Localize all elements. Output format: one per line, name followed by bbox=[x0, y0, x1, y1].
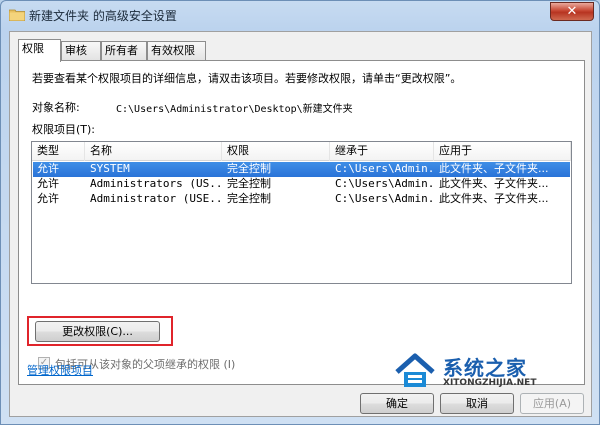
cell-type: 允许 bbox=[37, 192, 59, 205]
cell-permission: 完全控制 bbox=[227, 162, 271, 175]
watermark: 系统之家 XITONGZHIJIA.NET bbox=[393, 350, 553, 394]
table-row[interactable]: 允许 Administrators (US... 完全控制 C:\Users\A… bbox=[33, 177, 570, 192]
table-row[interactable]: 允许 Administrator (USE... 完全控制 C:\Users\A… bbox=[33, 192, 570, 207]
folder-icon bbox=[9, 9, 25, 21]
dialog-window: 新建文件夹 的高级安全设置 ✕ 权限 审核 所有者 有效权限 若要查看某个权限项… bbox=[0, 0, 600, 425]
cell-inherited-from: C:\Users\Admin... bbox=[335, 192, 435, 205]
permission-entries-list[interactable]: 类型 名称 权限 继承于 应用于 允许 SYSTEM 完全控制 C:\Users… bbox=[31, 141, 572, 284]
cancel-button[interactable]: 取消 bbox=[440, 393, 514, 414]
cell-inherited-from: C:\Users\Admin... bbox=[335, 162, 435, 175]
close-button[interactable]: ✕ bbox=[550, 2, 594, 21]
column-header-name[interactable]: 名称 bbox=[85, 142, 222, 161]
permission-entries-label: 权限项目(T): bbox=[32, 123, 96, 136]
cell-type: 允许 bbox=[37, 177, 59, 190]
cell-permission: 完全控制 bbox=[227, 192, 271, 205]
permissions-panel: 若要查看某个权限项目的详细信息，请双击该项目。若要修改权限，请单击“更改权限”。… bbox=[18, 60, 585, 385]
tab-auditing[interactable]: 审核 bbox=[61, 41, 101, 60]
manage-permission-entries-link[interactable]: 管理权限项目 bbox=[27, 362, 93, 378]
object-name-label: 对象名称: bbox=[32, 101, 80, 114]
watermark-url: XITONGZHIJIA.NET bbox=[443, 378, 537, 388]
cell-inherited-from: C:\Users\Admin... bbox=[335, 177, 435, 190]
dialog-body: 权限 审核 所有者 有效权限 若要查看某个权限项目的详细信息，请双击该项目。若要… bbox=[9, 31, 592, 417]
cell-applies-to: 此文件夹、子文件夹... bbox=[439, 177, 549, 190]
cell-type: 允许 bbox=[37, 162, 59, 175]
tab-effective-permissions[interactable]: 有效权限 bbox=[147, 41, 206, 60]
title-bar[interactable]: 新建文件夹 的高级安全设置 ✕ bbox=[1, 1, 599, 29]
table-row[interactable]: 允许 SYSTEM 完全控制 C:\Users\Admin... 此文件夹、子文… bbox=[33, 162, 570, 177]
cell-applies-to: 此文件夹、子文件夹... bbox=[439, 162, 549, 175]
cell-name: Administrators (US... bbox=[90, 177, 223, 190]
instruction-text: 若要查看某个权限项目的详细信息，请双击该项目。若要修改权限，请单击“更改权限”。 bbox=[32, 72, 462, 85]
object-name-value: C:\Users\Administrator\Desktop\新建文件夹 bbox=[116, 104, 353, 115]
cell-name: Administrator (USE... bbox=[90, 192, 223, 205]
tab-permissions[interactable]: 权限 bbox=[18, 39, 61, 62]
cell-permission: 完全控制 bbox=[227, 177, 271, 190]
watermark-name: 系统之家 bbox=[443, 356, 527, 380]
column-header-type[interactable]: 类型 bbox=[32, 142, 85, 161]
tab-owner[interactable]: 所有者 bbox=[101, 41, 147, 60]
column-header-permission[interactable]: 权限 bbox=[222, 142, 330, 161]
column-header-inherited-from[interactable]: 继承于 bbox=[330, 142, 434, 161]
ok-button[interactable]: 确定 bbox=[360, 393, 434, 414]
cell-name: SYSTEM bbox=[90, 162, 130, 175]
change-permissions-button[interactable]: 更改权限(C)... bbox=[35, 321, 160, 342]
house-logo-icon bbox=[395, 353, 435, 387]
apply-button[interactable]: 应用(A) bbox=[520, 393, 584, 414]
list-header: 类型 名称 权限 继承于 应用于 bbox=[32, 142, 571, 161]
column-header-applies-to[interactable]: 应用于 bbox=[434, 142, 571, 161]
cell-applies-to: 此文件夹、子文件夹... bbox=[439, 192, 549, 205]
window-title: 新建文件夹 的高级安全设置 bbox=[29, 9, 177, 23]
